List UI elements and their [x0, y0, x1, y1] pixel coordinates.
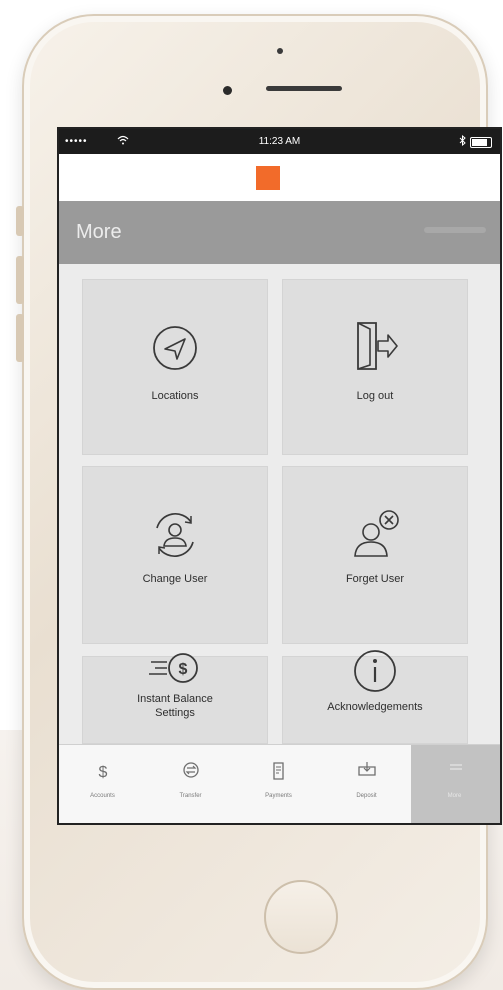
transfer-icon	[182, 761, 200, 784]
tile-label: Log out	[356, 390, 394, 402]
tab-payments[interactable]: Payments	[235, 745, 322, 823]
earpiece-speaker	[266, 86, 342, 91]
tile-acknowledgements[interactable]: Acknowledgements	[282, 650, 468, 744]
tab-label: Accounts	[90, 793, 115, 799]
title-bar-right-text	[424, 227, 486, 233]
tab-accounts[interactable]: $ Accounts	[59, 745, 146, 823]
side-button-volume-down	[16, 314, 24, 362]
front-sensor	[277, 48, 283, 54]
tab-more[interactable]: More	[411, 745, 500, 823]
side-button-mute	[16, 206, 24, 236]
dollar-icon: $	[95, 761, 111, 786]
battery-icon	[470, 137, 492, 148]
tab-label: Transfer	[179, 793, 202, 799]
side-button-volume-up	[16, 256, 24, 304]
more-menu-grid: Locations Log out Change User Forget Use…	[59, 264, 500, 744]
front-camera	[223, 86, 232, 95]
tab-label: Deposit	[356, 793, 377, 799]
deposit-icon	[357, 761, 377, 784]
more-icon	[447, 761, 465, 780]
tile-label: Instant Balance	[137, 693, 213, 705]
svg-text:$: $	[98, 764, 107, 781]
tile-label: Acknowledgements	[327, 701, 423, 713]
tile-label: Change User	[142, 573, 208, 585]
tile-locations[interactable]: Locations	[82, 279, 268, 455]
bottom-tab-bar: $ Accounts Transfer Payments Deposit Mor…	[59, 744, 500, 823]
change-user-icon	[149, 510, 201, 565]
tab-label: Payments	[265, 793, 292, 799]
payments-icon	[270, 761, 288, 786]
door-exit-icon	[350, 319, 400, 378]
location-arrow-icon	[150, 323, 200, 378]
phone-screen: ••••• 11:23 AM More Locations Log out Ch…	[57, 127, 502, 825]
tab-label: More	[447, 793, 462, 799]
tile-forget-user[interactable]: Forget User	[282, 466, 468, 644]
tab-deposit[interactable]: Deposit	[323, 745, 410, 823]
forget-user-icon	[347, 506, 403, 565]
tile-change-user[interactable]: Change User	[82, 466, 268, 644]
tile-label: Forget User	[345, 573, 405, 585]
tab-transfer[interactable]: Transfer	[147, 745, 234, 823]
tile-label: Locations	[151, 390, 199, 402]
tile-instant-balance-settings[interactable]: $ Instant Balance Settings	[82, 653, 268, 744]
status-bar: ••••• 11:23 AM	[59, 129, 500, 154]
info-icon	[352, 648, 398, 699]
status-time: 11:23 AM	[258, 136, 301, 147]
app-header	[59, 154, 500, 201]
bluetooth-icon	[459, 134, 466, 149]
home-button[interactable]	[264, 880, 338, 954]
brand-logo	[256, 166, 280, 190]
tile-log-out[interactable]: Log out	[282, 279, 468, 455]
battery-level	[472, 139, 487, 146]
page-title: More	[76, 221, 122, 243]
title-bar: More	[59, 201, 500, 264]
svg-text:$: $	[179, 661, 188, 678]
tile-label: Settings	[155, 707, 195, 719]
instant-balance-icon: $	[147, 648, 203, 693]
